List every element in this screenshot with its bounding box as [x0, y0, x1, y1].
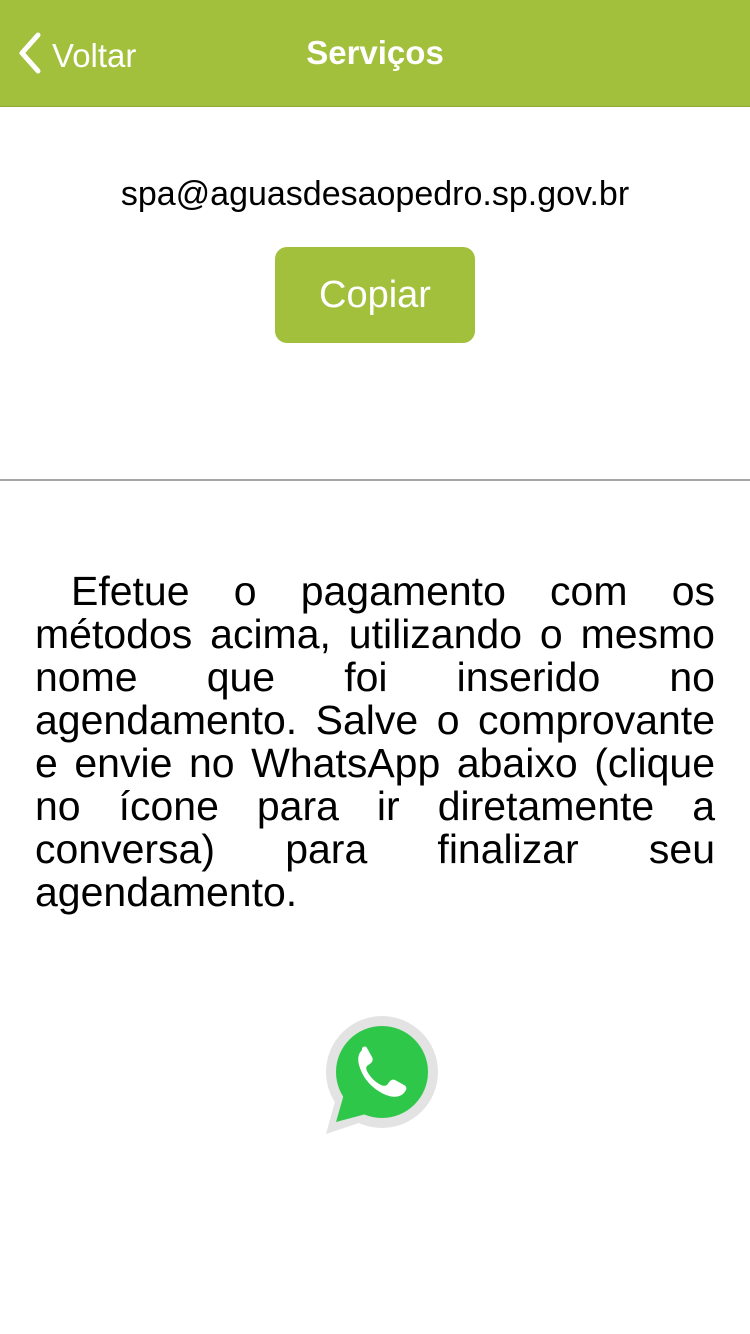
whatsapp-button[interactable]	[322, 1010, 442, 1138]
copy-button[interactable]: Copiar	[275, 247, 475, 343]
instructions-text: Efetue o pagamento com os métodos acima,…	[35, 568, 715, 915]
email-address: spa@aguasdesaopedro.sp.gov.br	[120, 175, 630, 213]
page-title: Serviços	[306, 34, 444, 71]
divider	[0, 479, 750, 481]
navigation-bar: Voltar Serviços	[0, 0, 750, 107]
whatsapp-icon	[322, 1016, 442, 1142]
